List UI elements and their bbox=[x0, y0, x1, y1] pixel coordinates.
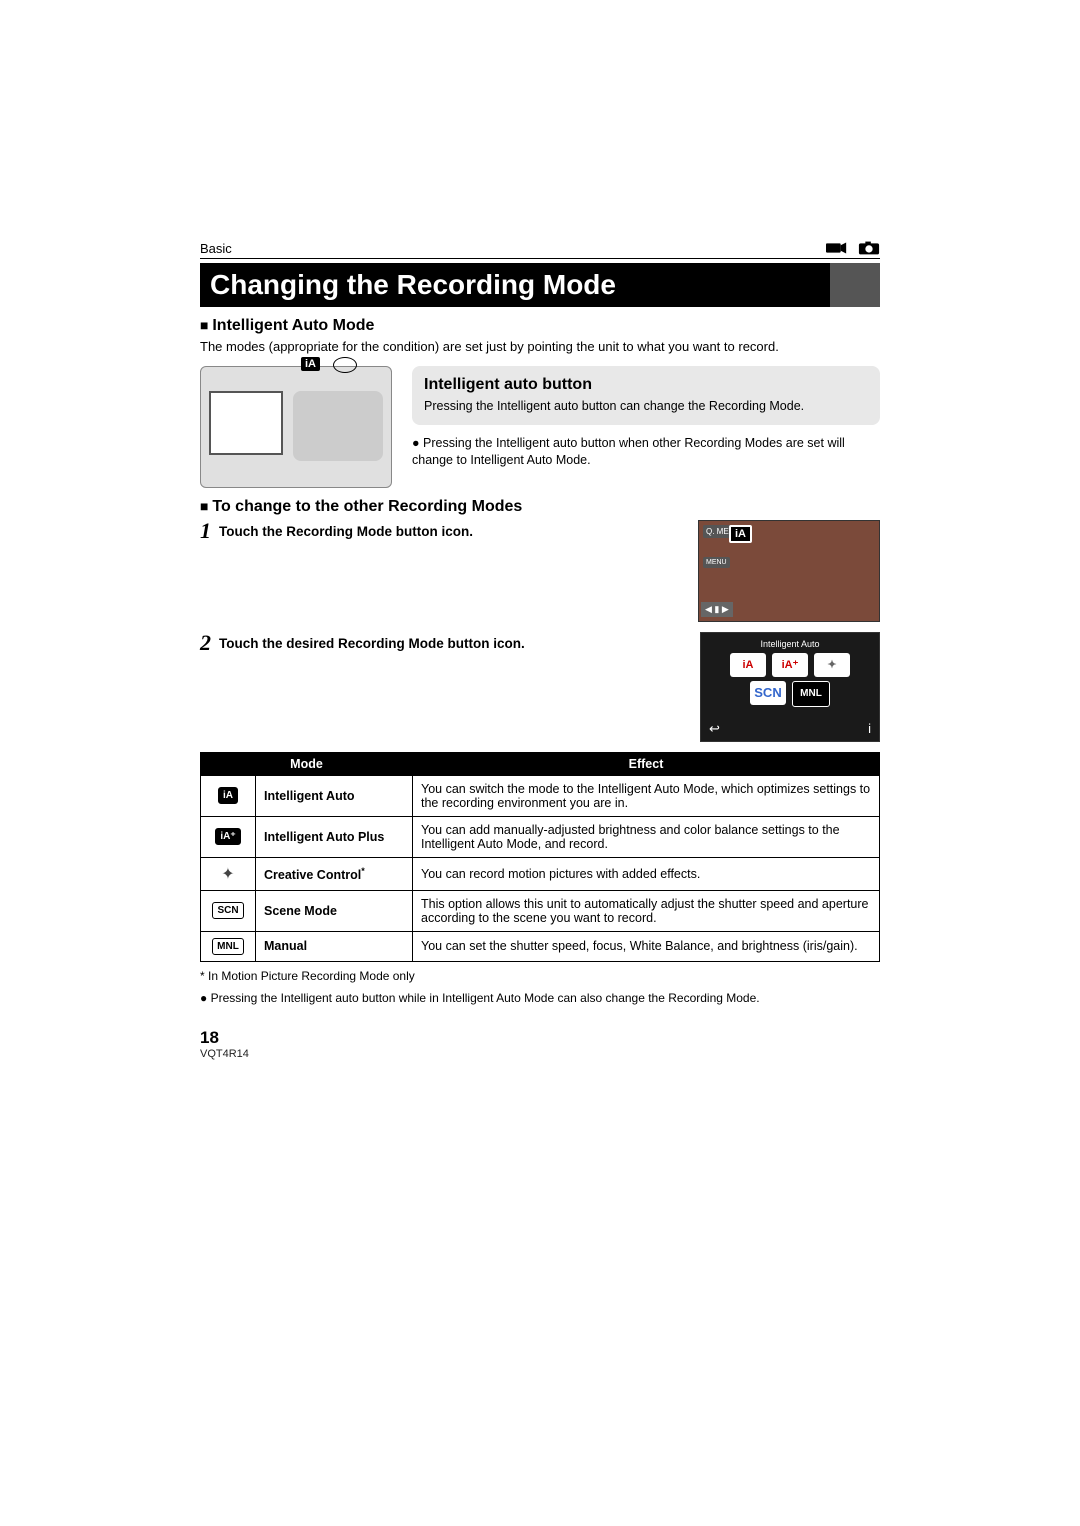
video-mode-icon bbox=[826, 240, 848, 256]
menu-icon: MENU bbox=[703, 557, 730, 568]
section-heading-change-modes: To change to the other Recording Modes bbox=[200, 498, 880, 516]
mode-applicability-icons bbox=[826, 240, 880, 256]
mode-btn-iaplus-icon: iA⁺ bbox=[772, 653, 808, 677]
table-row: iA Intelligent AutoYou can switch the mod… bbox=[201, 775, 880, 816]
mode-icon: iA⁺ bbox=[215, 828, 240, 845]
footnote-star: * In Motion Picture Recording Mode only bbox=[200, 968, 880, 984]
mode-icon-cell: iA⁺ bbox=[201, 816, 256, 857]
step-number-1: 1 bbox=[200, 520, 211, 542]
mode-icon: ✦ bbox=[221, 866, 234, 883]
mode-effect-cell: You can record motion pictures with adde… bbox=[413, 857, 880, 890]
table-row: MNL ManualYou can set the shutter speed, … bbox=[201, 931, 880, 961]
mode-btn-creative-icon: ✦ bbox=[814, 653, 850, 677]
back-icon: ↩ bbox=[709, 721, 720, 737]
intelligent-auto-callout: Intelligent auto button Pressing the Int… bbox=[412, 366, 880, 425]
table-row: iA⁺ Intelligent Auto PlusYou can add manu… bbox=[201, 816, 880, 857]
mode-panel-title: Intelligent Auto bbox=[707, 639, 873, 649]
screenshot-mode-selection: Intelligent Auto iA iA⁺ ✦ SCN MNL ↩ i bbox=[700, 632, 880, 742]
breadcrumb-row: Basic bbox=[200, 240, 880, 259]
mode-effect-cell: You can set the shutter speed, focus, Wh… bbox=[413, 931, 880, 961]
mode-icon-cell: ✦ bbox=[201, 857, 256, 890]
photo-mode-icon bbox=[858, 240, 880, 256]
info-icon: i bbox=[868, 721, 871, 737]
mode-effect-cell: You can switch the mode to the Intellige… bbox=[413, 775, 880, 816]
step-text-1: Touch the Recording Mode button icon. bbox=[219, 520, 473, 542]
table-row: ✦ Creative Control*You can record motion … bbox=[201, 857, 880, 890]
mode-name-cell: Intelligent Auto Plus bbox=[256, 816, 413, 857]
mode-btn-ia-icon: iA bbox=[730, 653, 766, 677]
mode-icon-cell: MNL bbox=[201, 931, 256, 961]
mode-icon-cell: SCN bbox=[201, 890, 256, 931]
callout-text: Pressing the Intelligent auto button can… bbox=[424, 398, 868, 415]
callout-title: Intelligent auto button bbox=[424, 376, 868, 394]
screenshot-recording-mode-icon: Q. MENU iA MENU ◀ ▮ ▶ bbox=[698, 520, 880, 622]
mode-name-cell: Intelligent Auto bbox=[256, 775, 413, 816]
mode-icon-cell: iA bbox=[201, 775, 256, 816]
intro-text: The modes (appropriate for the condition… bbox=[200, 339, 880, 356]
mode-icon: iA bbox=[218, 787, 238, 804]
section-heading-intelligent-auto: Intelligent Auto Mode bbox=[200, 317, 880, 335]
bullet-note-1: ● Pressing the Intelligent auto button w… bbox=[412, 435, 880, 469]
page-title: Changing the Recording Mode bbox=[200, 263, 880, 307]
mode-name-cell: Scene Mode bbox=[256, 890, 413, 931]
camcorder-illustration: iA bbox=[200, 366, 392, 488]
footnote-bullet: ● Pressing the Intelligent auto button w… bbox=[200, 990, 880, 1006]
page-footer: 18 VQT4R14 bbox=[200, 1028, 880, 1060]
breadcrumb: Basic bbox=[200, 241, 232, 256]
nav-arrows-icon: ◀ ▮ ▶ bbox=[701, 602, 733, 617]
table-row: SCN Scene ModeThis option allows this uni… bbox=[201, 890, 880, 931]
mode-btn-mnl-icon: MNL bbox=[792, 681, 830, 707]
step-number-2: 2 bbox=[200, 632, 211, 654]
table-header-effect: Effect bbox=[413, 752, 880, 775]
mode-effect-cell: This option allows this unit to automati… bbox=[413, 890, 880, 931]
mode-name-cell: Manual bbox=[256, 931, 413, 961]
ia-mode-button-icon: iA bbox=[729, 525, 752, 543]
mode-icon: SCN bbox=[212, 902, 243, 919]
mode-icon: MNL bbox=[212, 938, 244, 955]
document-id: VQT4R14 bbox=[200, 1048, 880, 1060]
ia-label-icon: iA bbox=[301, 357, 320, 371]
mode-effect-cell: You can add manually-adjusted brightness… bbox=[413, 816, 880, 857]
page-number: 18 bbox=[200, 1028, 880, 1048]
recording-mode-table: Mode Effect iA Intelligent AutoYou can sw… bbox=[200, 752, 880, 962]
ia-button-indicator-icon bbox=[333, 357, 357, 373]
step-text-2: Touch the desired Recording Mode button … bbox=[219, 632, 525, 654]
table-header-mode: Mode bbox=[201, 752, 413, 775]
mode-name-cell: Creative Control* bbox=[256, 857, 413, 890]
mode-btn-scn-icon: SCN bbox=[750, 681, 786, 705]
